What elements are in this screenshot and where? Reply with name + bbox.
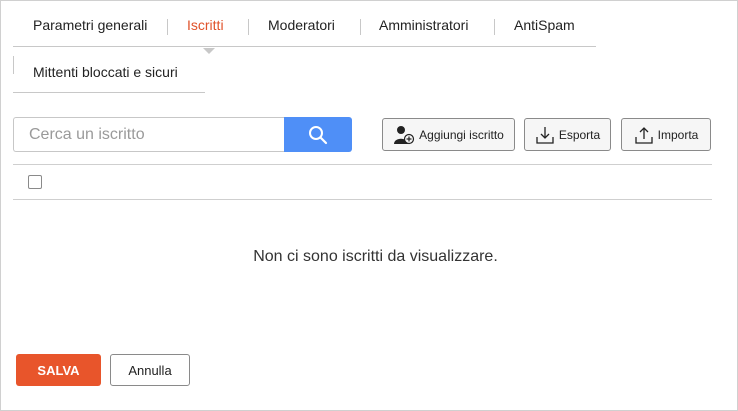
download-icon bbox=[536, 126, 554, 144]
search-input[interactable] bbox=[13, 117, 284, 152]
empty-state-message: Non ci sono iscritti da visualizzare. bbox=[253, 248, 498, 265]
select-all-checkbox[interactable] bbox=[28, 175, 42, 189]
add-subscriber-button[interactable]: Aggiungi iscritto bbox=[382, 118, 515, 151]
export-label: Esporta bbox=[558, 127, 601, 142]
tab-separator bbox=[360, 19, 361, 35]
cancel-button[interactable]: Annulla bbox=[110, 354, 190, 386]
tab-separator bbox=[167, 19, 168, 35]
tab-general[interactable]: Parametri generali bbox=[33, 17, 147, 33]
import-button[interactable]: Importa bbox=[621, 118, 711, 151]
tab-administrators[interactable]: Amministratori bbox=[379, 17, 468, 33]
search-icon bbox=[309, 125, 328, 144]
upload-icon bbox=[635, 126, 653, 144]
tab-separator bbox=[248, 19, 249, 35]
search-bar bbox=[13, 117, 352, 152]
tab-subscribers[interactable]: Iscritti bbox=[187, 17, 224, 33]
save-button[interactable]: SALVA bbox=[16, 354, 101, 386]
tab-separator bbox=[13, 56, 14, 74]
tab-separator bbox=[494, 19, 495, 35]
active-tab-indicator bbox=[203, 48, 215, 54]
tab-moderators[interactable]: Moderatori bbox=[268, 17, 335, 33]
add-user-icon bbox=[394, 125, 415, 144]
tab-antispam[interactable]: AntiSpam bbox=[514, 17, 575, 33]
tab-row-primary: Parametri generali Iscritti Moderatori A… bbox=[13, 8, 596, 47]
add-subscriber-label: Aggiungi iscritto bbox=[419, 127, 504, 142]
export-button[interactable]: Esporta bbox=[524, 118, 611, 151]
tab-blocked-safe-senders[interactable]: Mittenti bloccati e sicuri bbox=[33, 64, 178, 80]
search-button[interactable] bbox=[284, 117, 352, 152]
tab-row-secondary: Mittenti bloccati e sicuri bbox=[13, 55, 205, 93]
import-label: Importa bbox=[657, 127, 699, 142]
tab-bar: Parametri generali Iscritti Moderatori A… bbox=[13, 8, 596, 93]
subscribers-table-header bbox=[13, 164, 712, 200]
